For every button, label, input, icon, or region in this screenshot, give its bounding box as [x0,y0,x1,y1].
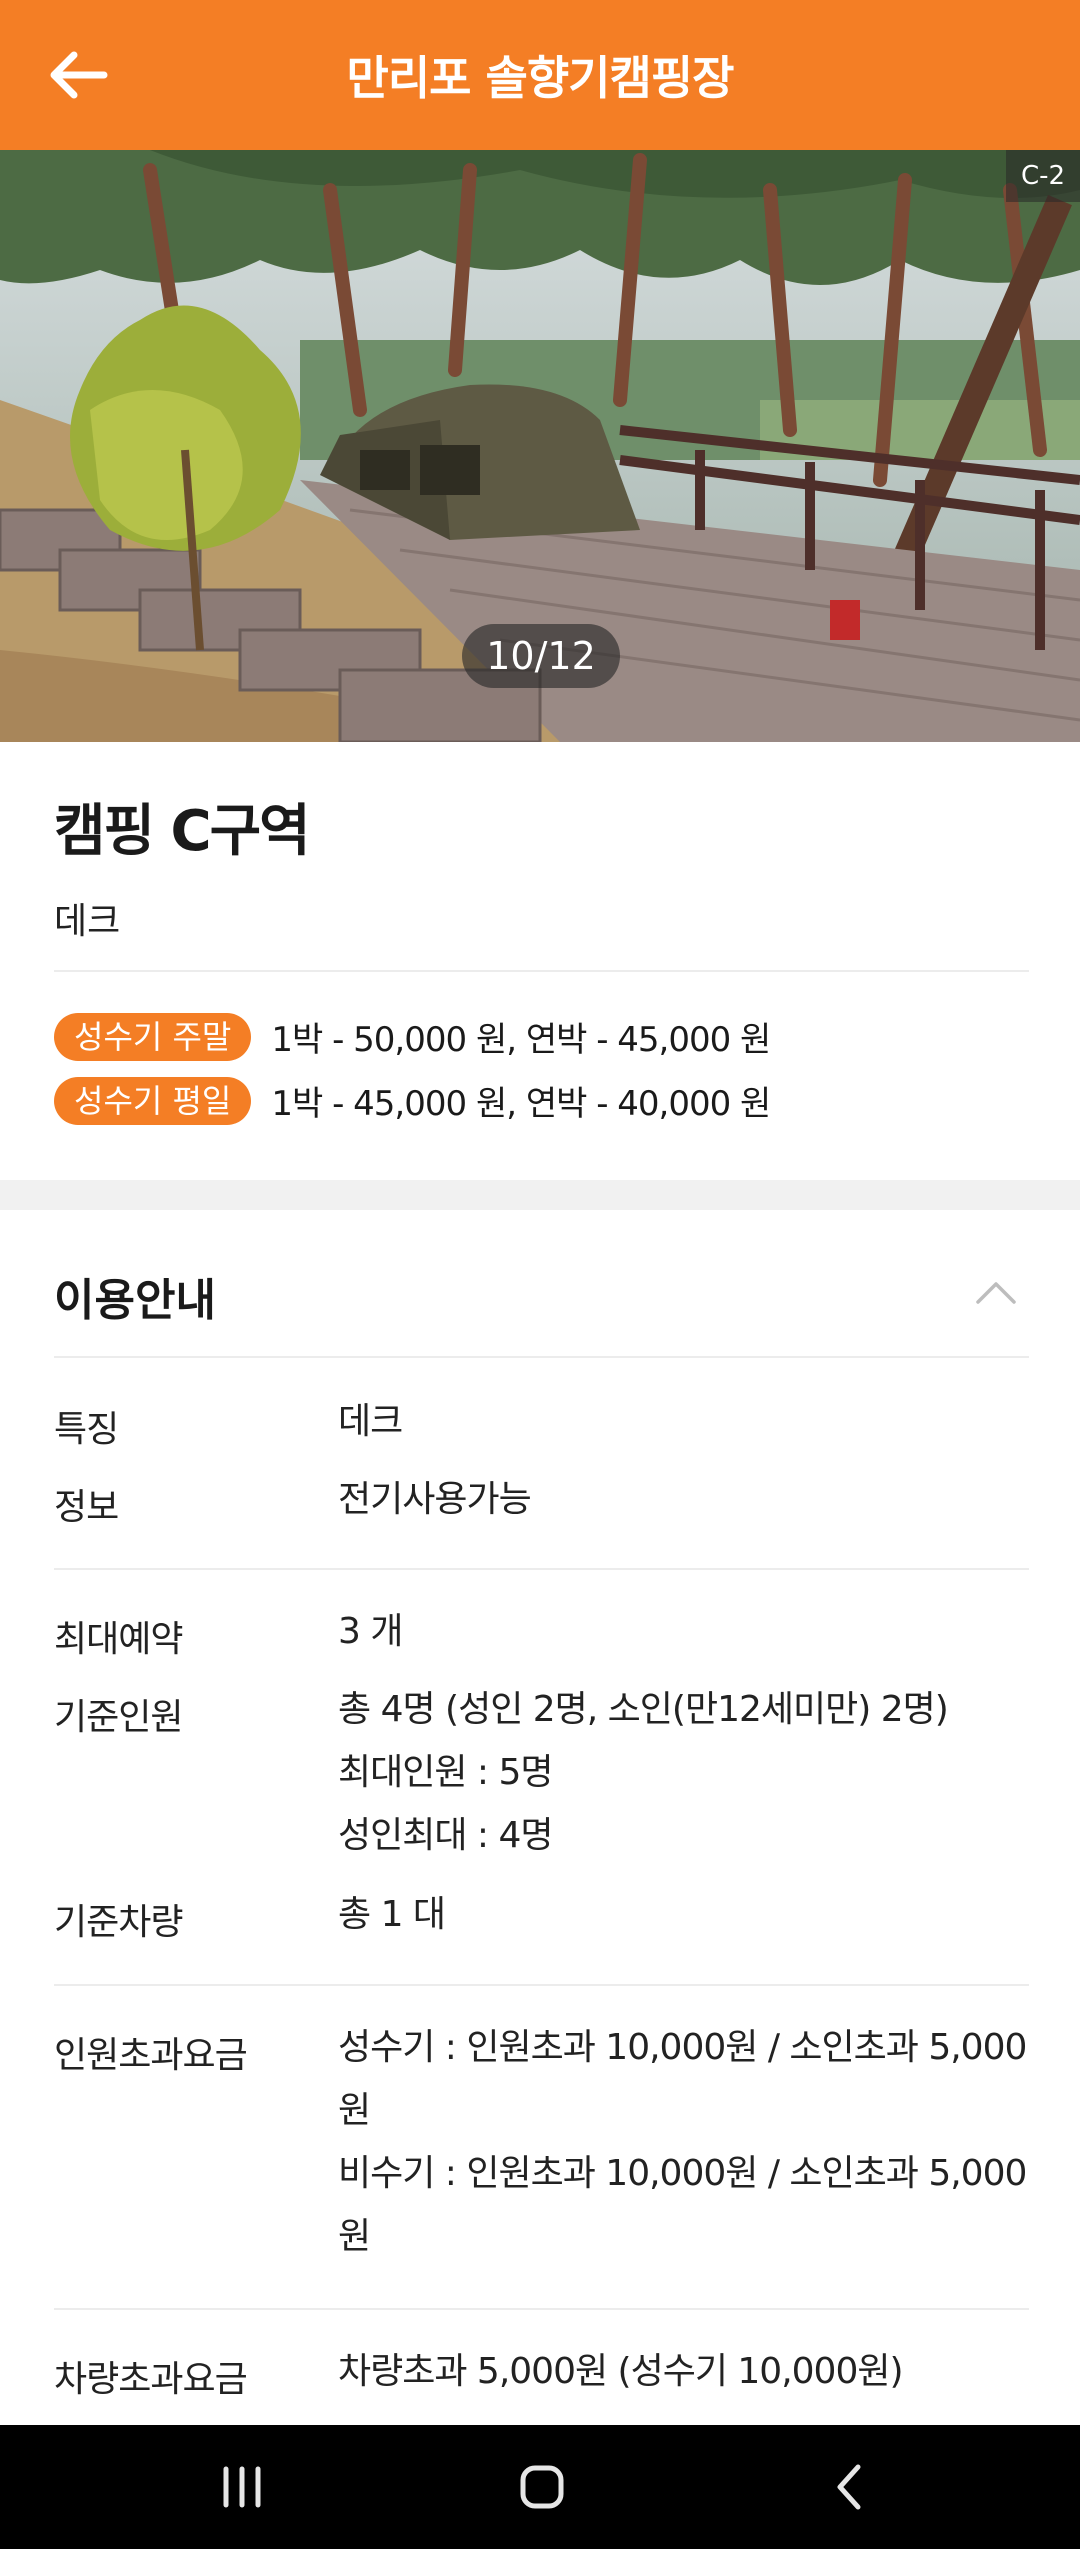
site-summary: 캠핑 C구역 데크 성수기 주말 1박 - 50,000 원, 연박 - 45,… [0,742,1080,1180]
photo-counter: 10/12 [462,624,620,688]
feature-value: 데크 [338,1401,403,1442]
divider [54,970,1029,972]
divider [54,1568,1029,1570]
price-text: 1박 - 50,000 원, 연박 - 45,000 원 [271,1020,771,1060]
back-chevron-icon[interactable] [826,2461,874,2513]
extra-person-fee-label: 인원초과요금 [54,2035,248,2076]
max-booking-label: 최대예약 [54,1619,183,1660]
section-gap [0,1180,1080,1210]
page-title: 만리포 솔향기캠핑장 [346,51,735,105]
extra-car-fee-label: 차량초과요금 [54,2359,248,2400]
base-cars-value: 총 1 대 [338,1894,446,1935]
feature-label: 특징 [54,1409,119,1450]
extra-car-fee-value: 차량초과 5,000원 (성수기 10,000원) [338,2351,904,2392]
extra-person-fee-line: 비수기 : 인원초과 10,000원 / 소인초과 5,000 [338,2153,1027,2194]
detail-value: 전기사용가능 [338,1479,532,1520]
base-people-line: 최대인원 : 5명 [338,1752,554,1793]
chevron-up-icon[interactable] [974,1278,1018,1308]
system-nav-bar [0,2425,1080,2549]
divider [54,1984,1029,1986]
site-name: 캠핑 C구역 [54,799,311,864]
photo-gallery[interactable]: C-2 10/12 [0,150,1080,742]
base-people-line: 총 4명 (성인 2명, 소인(만12세미만) 2명) [338,1689,949,1730]
season-badge: 성수기 주말 [54,1012,252,1061]
arrow-left-icon[interactable] [42,40,112,110]
price-row-weekday: 성수기 평일 1박 - 45,000 원, 연박 - 40,000 원 [54,1076,771,1125]
photo-corner-tag: C-2 [1006,150,1080,202]
base-people-label: 기준인원 [54,1697,183,1738]
extra-person-fee-line: 성수기 : 인원초과 10,000원 / 소인초과 5,000 [338,2027,1027,2068]
usage-info-section: 이용안내 특징 데크 정보 전기사용가능 최대예약 3 개 기준인원 총 4명 … [0,1210,1080,2425]
site-type: 데크 [54,901,121,942]
max-booking-value: 3 개 [338,1611,403,1652]
extra-person-fee-line: 원 [338,2216,371,2257]
detail-label: 정보 [54,1487,119,1528]
base-people-line: 성인최대 : 4명 [338,1815,554,1856]
divider [54,2308,1029,2310]
season-badge: 성수기 평일 [54,1076,252,1125]
divider [54,1356,1029,1358]
base-cars-label: 기준차량 [54,1902,183,1943]
recent-apps-icon[interactable] [218,2461,266,2513]
price-row-weekend: 성수기 주말 1박 - 50,000 원, 연박 - 45,000 원 [54,1012,771,1061]
extra-person-fee-line: 원 [338,2090,371,2131]
price-text: 1박 - 45,000 원, 연박 - 40,000 원 [271,1084,771,1124]
home-icon[interactable] [518,2461,566,2513]
section-title[interactable]: 이용안내 [54,1264,216,1328]
app-bar: 만리포 솔향기캠핑장 [0,0,1080,150]
